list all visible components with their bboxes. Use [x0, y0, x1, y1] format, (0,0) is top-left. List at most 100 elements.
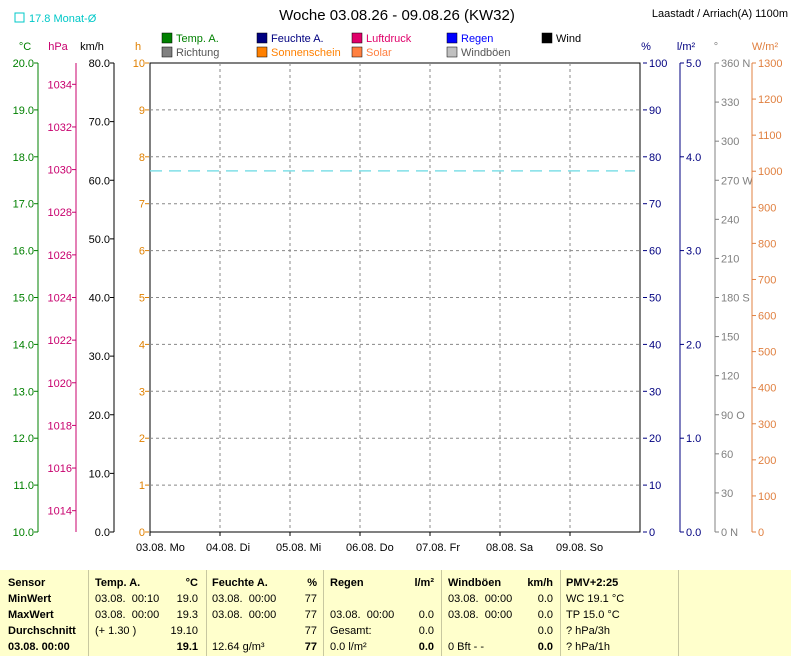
axis-tick-label: 10.0 [89, 468, 110, 480]
header-humidity-unit: % [307, 577, 317, 589]
axis-tick-label: 1032 [48, 122, 72, 134]
stats-cell-extra: ? hPa/3h [566, 625, 611, 637]
axis-tick-label: 10 [133, 58, 145, 70]
axis-tick-label: 4 [139, 339, 145, 351]
axis-tick-label: 1000 [758, 166, 782, 178]
axis-tick-label: 20.0 [89, 410, 110, 422]
axis-tick-label: 70 [649, 199, 661, 211]
axis-tick-label: 1020 [48, 378, 72, 390]
header-gust-unit: km/h [527, 577, 553, 589]
axis-tick-label: 400 [758, 383, 776, 395]
col-divider [323, 570, 324, 656]
stats-cell-hum-val: 77 [304, 641, 317, 653]
axis-tick-label: 210 [721, 253, 739, 265]
axis-tick-label: 14.0 [13, 339, 34, 351]
stats-cell-hum-val: 77 [304, 593, 317, 605]
stats-cell-label: 03.08. 00:00 [8, 641, 70, 653]
station-label: Laastadt / Arriach(A) 1100m [652, 8, 788, 20]
axis-tick-label: 120 [721, 371, 739, 383]
legend-swatch [541, 32, 553, 44]
axis-tick-label: 16.0 [13, 246, 34, 258]
monthly-avg-swatch [14, 12, 25, 23]
stats-cell-gust-val: 0.0 [537, 641, 553, 653]
x-tick-label: 03.08. Mo [136, 542, 185, 554]
col-divider [206, 570, 207, 656]
axis-tick-label: 180 S [721, 293, 750, 305]
stats-cell-hum-time: 12.64 g/m³ [212, 641, 265, 653]
axis-tick-label: 1034 [48, 79, 72, 91]
legend-swatch [351, 32, 363, 44]
legend-label: Regen [461, 33, 493, 45]
stats-cell-gust-time: 0 Bft - - [448, 641, 485, 653]
axis-tick-label: 2 [139, 433, 145, 445]
stats-cell-label: MinWert [8, 593, 52, 605]
axis-tick-label: 0.0 [686, 527, 701, 539]
stats-cell-temp-val: 19.3 [176, 609, 198, 621]
axis-unit-label: ° [714, 41, 718, 53]
x-tick-label: 08.08. Sa [486, 542, 534, 554]
x-tick-label: 06.08. Do [346, 542, 394, 554]
axis-tick-label: 3 [139, 386, 145, 398]
axis-tick-label: 1100 [758, 130, 782, 142]
legend-swatch [446, 46, 458, 58]
axis-tick-label: 1300 [758, 58, 782, 70]
legend-swatch [446, 32, 458, 44]
stats-cell-rain-val: 0.0 [418, 609, 434, 621]
axis-tick-label: 30.0 [89, 351, 110, 363]
axis-tick-label: 3.0 [686, 246, 701, 258]
axis-tick-label: 0 [758, 527, 764, 539]
stats-cell-temp-val: 19.10 [170, 625, 198, 637]
axis-tick-label: 1016 [48, 463, 72, 475]
stats-cell-rain-val: 0.0 [418, 625, 434, 637]
axis-unit-label: hPa [48, 41, 68, 53]
axis-tick-label: 1018 [48, 420, 72, 432]
axis-tick-label: 1028 [48, 207, 72, 219]
axis-tick-label: 60 [649, 246, 661, 258]
stats-cell-temp-val: 19.0 [176, 593, 198, 605]
axis-tick-label: 15.0 [13, 293, 34, 305]
axis-tick-label: 60.0 [89, 175, 110, 187]
axis-tick-label: 1200 [758, 94, 782, 106]
chart-title: Woche 03.08.26 - 09.08.26 (KW32) [279, 7, 515, 24]
axis-tick-label: 100 [649, 58, 667, 70]
axis-tick-label: 100 [758, 491, 776, 503]
axis-tick-label: 360 N [721, 58, 750, 70]
stats-cell-temp-time: (+ 1.30 ) [95, 625, 137, 637]
stats-cell-label: Durchschnitt [8, 625, 76, 637]
axis-tick-label: 8 [139, 152, 145, 164]
axis-tick-label: 50.0 [89, 234, 110, 246]
axis-tick-label: 20 [649, 433, 661, 445]
monthly-avg-label: 17.8 Monat-Ø [29, 13, 97, 25]
legend-label: Feuchte A. [271, 33, 324, 45]
axis-unit-label: h [135, 41, 141, 53]
axis-tick-label: 10.0 [13, 527, 34, 539]
axis-tick-label: 90 [649, 105, 661, 117]
legend-swatch [161, 32, 173, 44]
stats-cell-gust-val: 0.0 [537, 593, 553, 605]
legend-label: Luftdruck [366, 33, 412, 45]
axis-tick-label: 70.0 [89, 117, 110, 129]
header-temp: Temp. A. [95, 577, 141, 589]
col-divider [560, 570, 561, 656]
axis-tick-label: 270 W [721, 175, 753, 187]
axis-tick-label: 7 [139, 199, 145, 211]
statistics-panel: Sensor Temp. A. °C Feuchte A. % Regen l/… [0, 570, 791, 656]
legend: Temp. A. Feuchte A. Luftdruck Regen Wind Rich… [161, 32, 581, 59]
axis-unit-label: % [641, 41, 651, 53]
legend-label: Wind [556, 33, 581, 45]
stats-cell-hum-val: 77 [304, 625, 317, 637]
axis-tick-label: 13.0 [13, 386, 34, 398]
axis-tick-label: 11.0 [13, 480, 34, 492]
axis-tick-label: 18.0 [13, 152, 34, 164]
axis-tick-label: 30 [721, 488, 733, 500]
axis-tick-label: 0 [139, 527, 145, 539]
axis-tick-label: 5 [139, 293, 145, 305]
stats-cell-extra: ? hPa/1h [566, 641, 611, 653]
legend-swatch [161, 46, 173, 58]
axis-tick-label: 200 [758, 455, 776, 467]
axis-tick-label: 9 [139, 105, 145, 117]
weather-chart: 03.08. Mo 04.08. Di 05.08. Mi 06.08. Do 07.0… [13, 7, 788, 554]
stats-cell-rain-time: 0.0 l/m² [330, 641, 367, 653]
legend-swatch [256, 46, 268, 58]
axis-tick-label: 19.0 [13, 105, 34, 117]
